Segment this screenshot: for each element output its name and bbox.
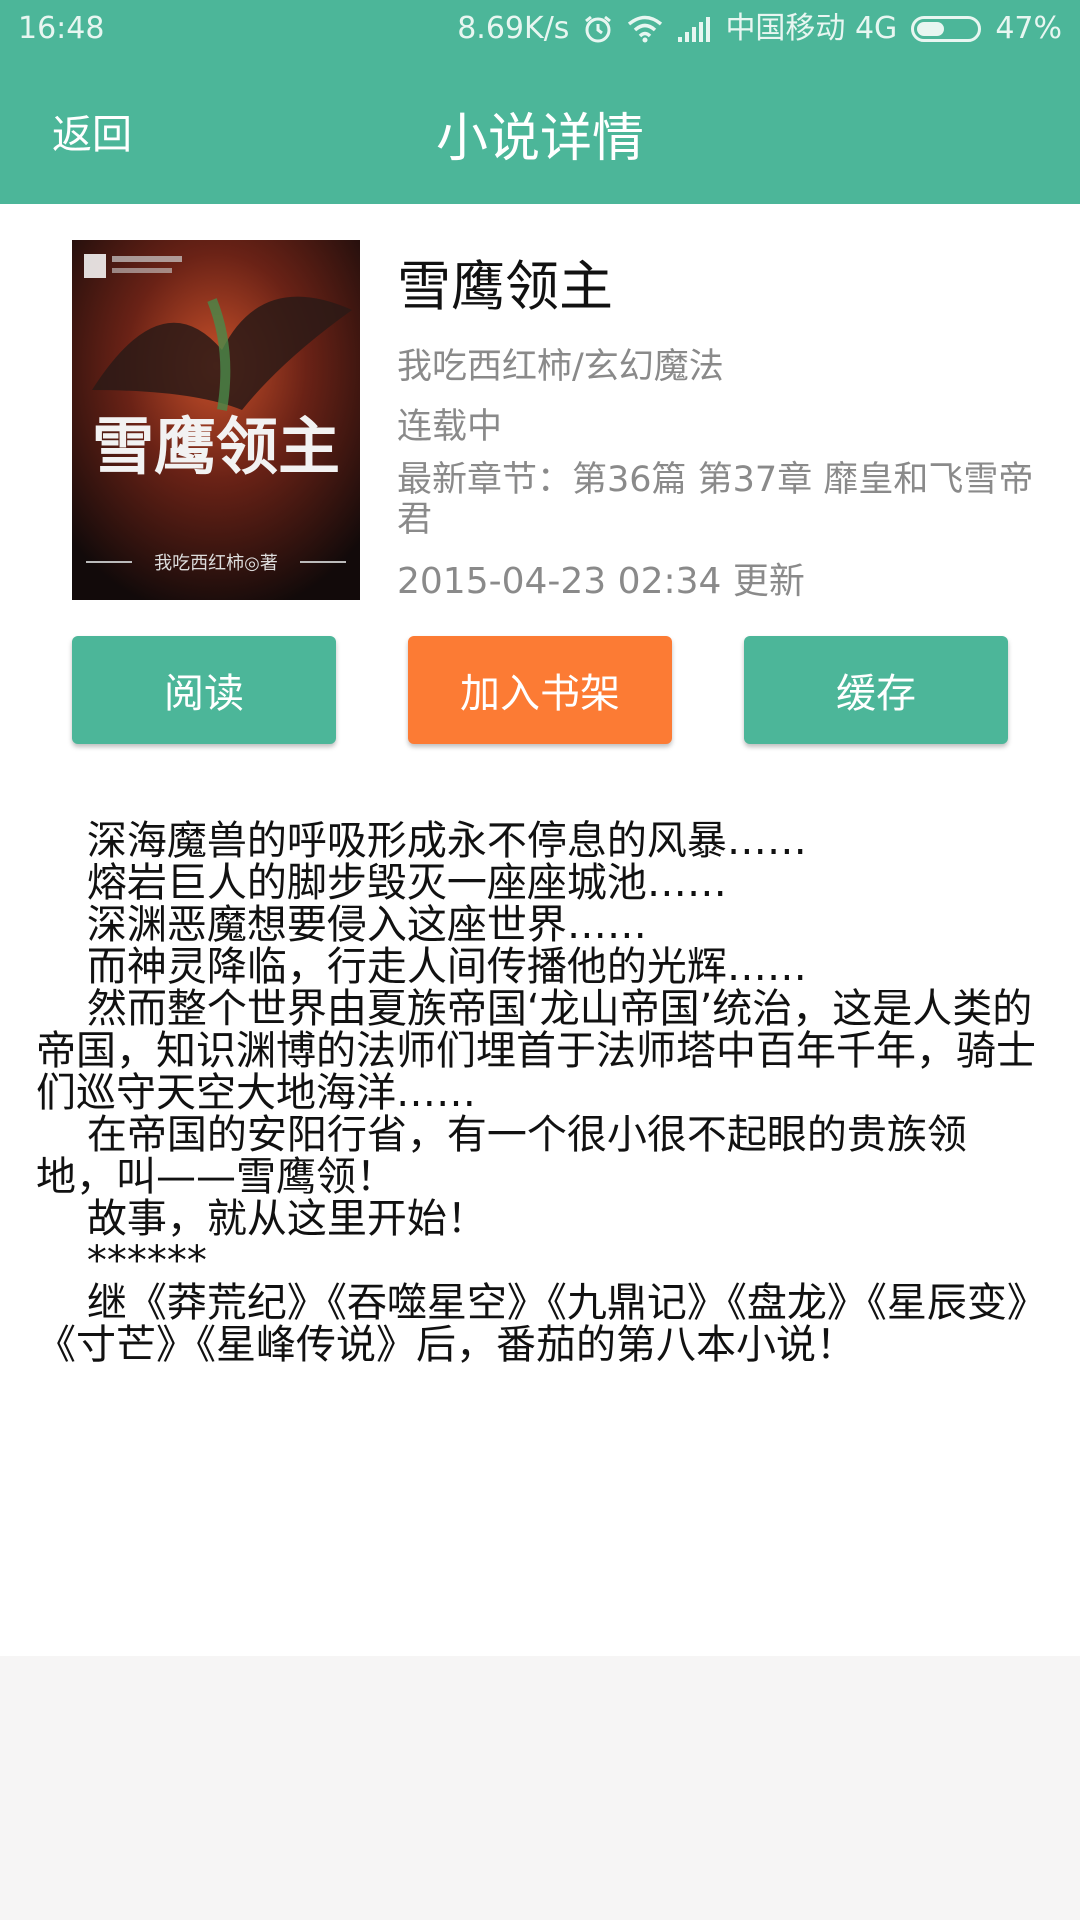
net-speed: 8.69K/s	[457, 11, 570, 46]
cache-button[interactable]: 缓存	[744, 636, 1008, 744]
signal-icon	[677, 15, 711, 43]
battery-percent: 47%	[995, 11, 1062, 46]
latest-chapter[interactable]: 最新章节：第36篇 第37章 靡皇和飞雪帝君	[397, 460, 1037, 540]
update-time: 2015-04-23 02:34 更新	[397, 561, 805, 602]
status-bar: 16:48 8.69K/s 中国移动 4G 47%	[0, 0, 1080, 58]
app-bar: 返回 小说详情	[0, 58, 1080, 204]
add-to-shelf-button[interactable]: 加入书架	[408, 636, 672, 744]
status-time: 16:48	[18, 11, 105, 46]
carrier: 中国移动 4G	[725, 11, 898, 46]
book-title: 雪鹰领主	[397, 255, 613, 318]
book-detail: 雪鹰领主 我吃西红柿◎著 雪鹰领主 我吃西红柿/玄幻魔法 连载中 最新章节：第3…	[0, 204, 1080, 1656]
alarm-icon	[583, 14, 613, 44]
wifi-icon	[627, 15, 663, 43]
book-synopsis: 深海魔兽的呼吸形成永不停息的风暴…… 熔岩巨人的脚步毁灭一座座城池…… 深渊恶魔…	[36, 818, 1036, 1368]
book-author-category: 我吃西红柿/玄幻魔法	[397, 347, 724, 387]
page-title: 小说详情	[435, 109, 644, 169]
cover-author: 我吃西红柿◎著	[154, 553, 278, 574]
battery-icon	[911, 16, 982, 42]
book-status: 连载中	[397, 407, 503, 447]
cover-title: 雪鹰领主	[92, 410, 340, 483]
status-indicators: 8.69K/s 中国移动 4G 47%	[457, 0, 1062, 58]
book-cover: 雪鹰领主 我吃西红柿◎著	[72, 240, 360, 600]
battery-fill	[917, 22, 945, 36]
read-button[interactable]: 阅读	[72, 636, 336, 744]
